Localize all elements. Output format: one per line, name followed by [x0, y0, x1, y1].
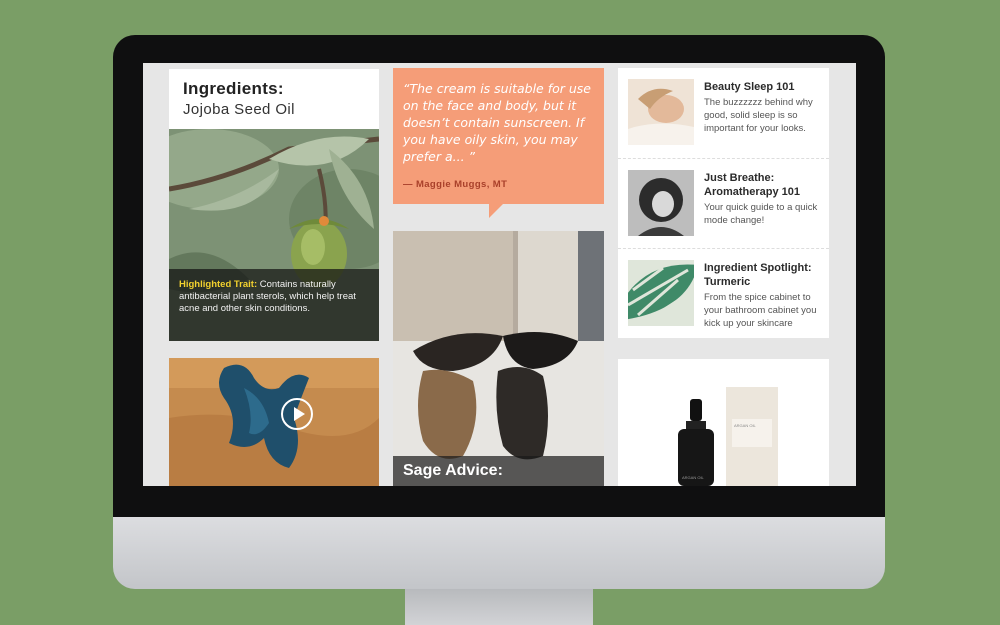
- monitor-chin: [113, 517, 885, 589]
- article-description: Your quick guide to a quick mode change!: [704, 202, 818, 226]
- ingredient-heading: Ingredients: Jojoba Seed Oil: [169, 69, 379, 118]
- argan-oil-product-photo: ARGAN OIL ARGAN OIL: [618, 359, 829, 486]
- article-title: Beauty Sleep 101: [704, 81, 795, 93]
- monstera-leaf-thumbnail: [628, 260, 694, 326]
- sleeping-woman-icon: [628, 79, 694, 145]
- play-icon[interactable]: [281, 398, 313, 430]
- sleeping-woman-thumbnail: [628, 79, 694, 145]
- article-aromatherapy[interactable]: Just Breathe: Aromatherapy 101 Your quic…: [618, 158, 829, 247]
- article-turmeric[interactable]: Ingredient Spotlight: Turmeric From the …: [618, 248, 829, 337]
- ingredient-title: Ingredients:: [183, 79, 284, 98]
- two-women-photo: [393, 231, 604, 486]
- product-card[interactable]: ARGAN OIL ARGAN OIL: [618, 359, 829, 486]
- article-description: The buzzzzzz behind why good, solid slee…: [704, 97, 813, 134]
- sage-advice-title: Sage Advice:: [393, 456, 604, 486]
- monitor-stand: [405, 589, 593, 625]
- monstera-leaf-icon: [628, 260, 694, 326]
- trait-caption: Highlighted Trait: Contains naturally an…: [169, 269, 379, 341]
- jojoba-photo: Highlighted Trait: Contains naturally an…: [169, 129, 379, 341]
- quote-text: “The cream is suitable for use on the fa…: [403, 81, 591, 164]
- ingredient-card[interactable]: Ingredients: Jojoba Seed Oil Highlighted…: [169, 69, 379, 341]
- ingredient-name: Jojoba Seed Oil: [183, 101, 295, 118]
- quote-author: — Maggie Muggs, MT: [403, 179, 508, 190]
- helmet-portrait-icon: [628, 170, 694, 236]
- article-description: From the spice cabinet to your bathroom …: [704, 292, 817, 329]
- quote-card: “The cream is suitable for use on the fa…: [393, 68, 604, 218]
- sage-advice-card[interactable]: Sage Advice:: [393, 231, 604, 486]
- box-label: ARGAN OIL: [734, 423, 757, 428]
- article-title: Just Breathe: Aromatherapy 101: [704, 172, 800, 198]
- article-list: Beauty Sleep 101 The buzzzzzz behind why…: [618, 68, 829, 338]
- astronaut-thumbnail: [628, 170, 694, 236]
- video-card[interactable]: [169, 358, 379, 486]
- bottle-label: ARGAN OIL: [682, 475, 705, 480]
- article-beauty-sleep[interactable]: Beauty Sleep 101 The buzzzzzz behind why…: [618, 68, 829, 156]
- trait-label: Highlighted Trait:: [179, 279, 258, 290]
- screen: Ingredients: Jojoba Seed Oil Highlighted…: [143, 63, 856, 486]
- article-title: Ingredient Spotlight: Turmeric: [704, 262, 812, 288]
- desert-dancer-thumbnail: [169, 358, 379, 486]
